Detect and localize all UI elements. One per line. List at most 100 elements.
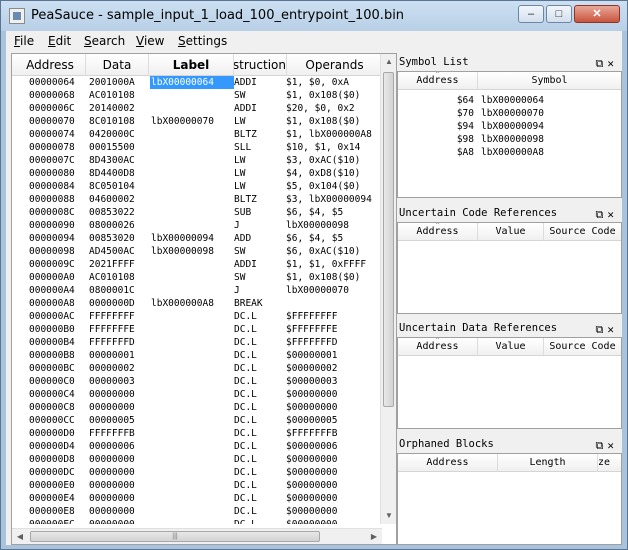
cell-operands[interactable]: $5, 0x104($0) [286, 180, 382, 193]
cell-operands[interactable]: $00000003 [286, 375, 382, 388]
table-row[interactable]: 000000D0 FFFFFFFB DC.L $FFFFFFFB [12, 427, 382, 440]
cell-operands[interactable]: $00000000 [286, 492, 382, 505]
float-icon[interactable]: ⧉ [596, 323, 608, 336]
column-header-address[interactable]: ^ Address [398, 223, 478, 241]
float-icon[interactable]: ⧉ [596, 439, 608, 452]
close-icon[interactable]: ✕ [607, 208, 618, 221]
cell-operands[interactable]: $00000000 [286, 518, 382, 524]
list-item[interactable]: $70 lbX00000070 [398, 107, 621, 120]
cell-address[interactable]: 000000D4 [29, 440, 87, 453]
cell-address[interactable]: 000000A8 [29, 297, 87, 310]
table-row[interactable]: 00000090 08000026 JlbX00000098 [12, 219, 382, 232]
uncertain-code-table[interactable]: ^ Address Value Source Code [397, 222, 622, 314]
cell-operands[interactable]: $00000000 [286, 453, 382, 466]
menu-view[interactable]: View [136, 34, 164, 48]
column-header-address[interactable]: ^ Address [398, 72, 478, 90]
cell-address[interactable]: 0000008C [29, 206, 87, 219]
scroll-up-icon[interactable]: ▲ [381, 54, 396, 70]
column-header-value[interactable]: Value [478, 223, 544, 241]
table-row[interactable]: 000000C4 00000000 DC.L $00000000 [12, 388, 382, 401]
cell-data[interactable]: 00000006 [89, 440, 149, 453]
cell-data[interactable]: 0420000C [89, 128, 149, 141]
cell-instruction[interactable]: ADD [234, 232, 286, 245]
cell-data[interactable]: 0000000D [89, 297, 149, 310]
cell-data[interactable]: 00853022 [89, 206, 149, 219]
cell-instruction[interactable]: DC.L [234, 440, 286, 453]
cell-operands[interactable]: $00000000 [286, 505, 382, 518]
cell-address[interactable]: 00000070 [29, 115, 87, 128]
column-header-address[interactable]: ^ Address [398, 338, 478, 356]
cell-operands[interactable]: $00000005 [286, 414, 382, 427]
cell-address[interactable]: 00000084 [29, 180, 87, 193]
table-row[interactable]: 00000064 2001000A lbX00000064 ADDI $1, $0, 0… [12, 76, 382, 89]
table-row[interactable]: 00000070 8C010108 lbX00000070 LW $1, 0x108($… [12, 115, 382, 128]
cell-instruction[interactable]: J [234, 284, 286, 297]
cell-instruction[interactable]: LW [234, 115, 286, 128]
cell-data[interactable]: 00000000 [89, 492, 149, 505]
cell-address[interactable]: 000000D0 [29, 427, 87, 440]
float-icon[interactable]: ⧉ [596, 208, 608, 221]
cell-operands[interactable]: $FFFFFFFF [286, 310, 382, 323]
table-row[interactable]: 000000C8 00000000 DC.L $00000000 [12, 401, 382, 414]
menu-search[interactable]: Search [84, 34, 125, 48]
cell-instruction[interactable]: BLTZ [234, 128, 286, 141]
cell-label[interactable]: lbX00000064 [150, 76, 234, 89]
column-header-data[interactable]: Data [86, 58, 148, 72]
table-row[interactable]: 000000AC FFFFFFFF DC.L $FFFFFFFF [12, 310, 382, 323]
cell-instruction[interactable]: ADDI [234, 76, 286, 89]
cell-operands[interactable]: $00000002 [286, 362, 382, 375]
cell-data[interactable]: 8C050104 [89, 180, 149, 193]
cell-address[interactable]: 00000078 [29, 141, 87, 154]
menu-file[interactable]: File [14, 34, 34, 48]
cell-instruction[interactable]: SW [234, 245, 286, 258]
column-header-address[interactable]: Address [398, 454, 498, 472]
cell-instruction[interactable]: DC.L [234, 466, 286, 479]
menu-edit[interactable]: Edit [48, 34, 71, 48]
cell-operands[interactable]: $10, $1, 0x14 [286, 141, 382, 154]
cell-operands[interactable]: $20, $0, 0x2 [286, 102, 382, 115]
cell-address[interactable]: 000000B0 [29, 323, 87, 336]
cell-data[interactable]: AD4500AC [89, 245, 149, 258]
cell-data[interactable]: FFFFFFFF [89, 310, 149, 323]
cell-instruction[interactable]: DC.L [234, 479, 286, 492]
table-row[interactable]: 000000B0 FFFFFFFE DC.L $FFFFFFFE [12, 323, 382, 336]
cell-data[interactable]: 00000005 [89, 414, 149, 427]
cell-data[interactable]: 00015500 [89, 141, 149, 154]
cell-address[interactable]: 000000CC [29, 414, 87, 427]
vertical-scroll-thumb[interactable] [383, 72, 394, 407]
cell-address[interactable]: 00000074 [29, 128, 87, 141]
table-row[interactable]: 000000DC 00000000 DC.L $00000000 [12, 466, 382, 479]
cell-operands[interactable]: $6, $4, $5 [286, 206, 382, 219]
cell-operands[interactable]: $3, 0xAC($10) [286, 154, 382, 167]
cell-instruction[interactable]: BREAK [234, 297, 286, 310]
table-row[interactable]: 000000A4 0800001C JlbX00000070 [12, 284, 382, 297]
cell-operands[interactable]: $1, 0x108($0) [286, 271, 382, 284]
cell-address[interactable]: 000000E8 [29, 505, 87, 518]
cell-data[interactable]: 00000003 [89, 375, 149, 388]
cell-address[interactable]: 000000B8 [29, 349, 87, 362]
cell-operands[interactable]: $00000000 [286, 401, 382, 414]
cell-data[interactable]: 00853020 [89, 232, 149, 245]
cell-operands[interactable]: $1, $0, 0xA [286, 76, 382, 89]
cell-operands[interactable]: $6, 0xAC($10) [286, 245, 382, 258]
cell-data[interactable]: 00000001 [89, 349, 149, 362]
table-row[interactable]: 0000006C 20140002 ADDI $20, $0, 0x2 [12, 102, 382, 115]
table-row[interactable]: 00000078 00015500 SLL $10, $1, 0x14 [12, 141, 382, 154]
cell-instruction[interactable]: DC.L [234, 349, 286, 362]
cell-data[interactable]: 20140002 [89, 102, 149, 115]
cell-instruction[interactable]: DC.L [234, 401, 286, 414]
vertical-scrollbar[interactable]: ▲ ▼ [380, 54, 396, 524]
cell-instruction[interactable]: DC.L [234, 323, 286, 336]
cell-address[interactable]: 00000094 [29, 232, 87, 245]
horizontal-scroll-thumb[interactable]: ||| [30, 531, 320, 542]
table-row[interactable]: 000000B4 FFFFFFFD DC.L $FFFFFFFD [12, 336, 382, 349]
cell-instruction[interactable]: DC.L [234, 505, 286, 518]
cell-instruction[interactable]: DC.L [234, 362, 286, 375]
cell-instruction[interactable]: SLL [234, 141, 286, 154]
table-row[interactable]: 0000009C 2021FFFF ADDI $1, $1, 0xFFFF [12, 258, 382, 271]
table-row[interactable]: 000000A8 0000000D lbX000000A8 BREAK [12, 297, 382, 310]
title-bar[interactable]: PeaSauce - sample_input_1_load_100_entry… [1, 1, 627, 31]
table-row[interactable]: 00000068 AC010108 SW $1, 0x108($0) [12, 89, 382, 102]
horizontal-scrollbar[interactable]: ◀ ||| ▶ [12, 528, 382, 544]
table-row[interactable]: 0000008C 00853022 SUB $6, $4, $5 [12, 206, 382, 219]
